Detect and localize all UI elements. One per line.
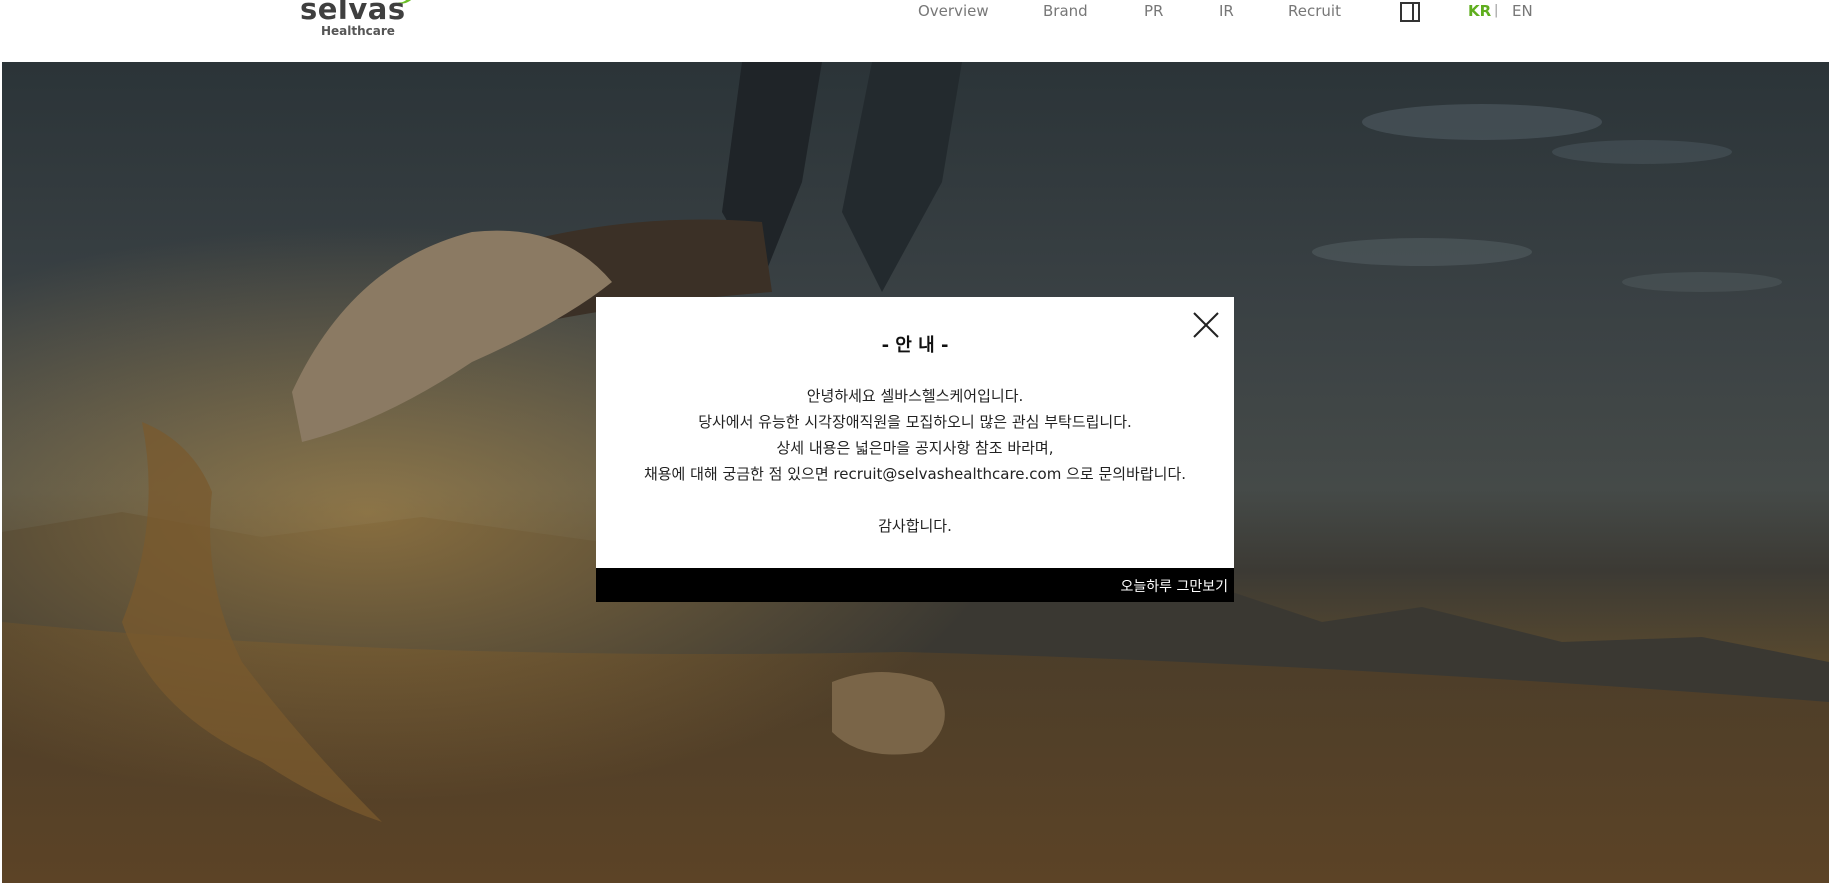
modal-closing: 감사합니다. [878,517,952,535]
modal-line: 당사에서 유능한 시각장애직원을 모집하오니 많은 관심 부탁드립니다. [698,413,1132,431]
logo-wordmark: selvas [300,0,406,26]
square-icon [1412,4,1414,20]
leaf-icon [398,0,412,4]
sitemap-button[interactable] [1400,2,1420,22]
modal-footer: 오늘하루 그만보기 [596,568,1234,602]
lang-kr[interactable]: KR [1468,2,1491,20]
modal-line: 안녕하세요 셀바스헬스케어입니다. [806,387,1024,405]
lang-separator: | [1494,3,1499,18]
modal-body: 안녕하세요 셀바스헬스케어입니다. 당사에서 유능한 시각장애직원을 모집하오니… [596,383,1234,539]
modal-spacer [596,487,1234,513]
nav-item-pr[interactable]: PR [1144,2,1163,20]
nav-item-brand[interactable]: Brand [1043,2,1088,20]
dont-show-today-button[interactable]: 오늘하루 그만보기 [1121,576,1229,596]
lang-en[interactable]: EN [1512,2,1533,20]
nav-item-overview[interactable]: Overview [918,2,989,20]
logo-subtitle: Healthcare [321,24,395,38]
modal-title: - 안 내 - [881,335,949,356]
notice-modal: - 안 내 - 안녕하세요 셀바스헬스케어입니다. 당사에서 유능한 시각장애직… [596,297,1234,602]
logo[interactable]: selvas Healthcare [300,0,420,38]
site-header: selvas Healthcare Overview Brand PR IR R… [0,0,1832,62]
nav-item-recruit[interactable]: Recruit [1288,2,1341,20]
modal-line: 채용에 대해 궁금한 점 있으면 recruit@selvashealthcar… [643,465,1187,483]
page: selvas Healthcare Overview Brand PR IR R… [0,0,1832,883]
modal-line: 상세 내용은 넓은마을 공지사항 참조 바라며, [776,439,1054,457]
nav-item-ir[interactable]: IR [1219,2,1234,20]
